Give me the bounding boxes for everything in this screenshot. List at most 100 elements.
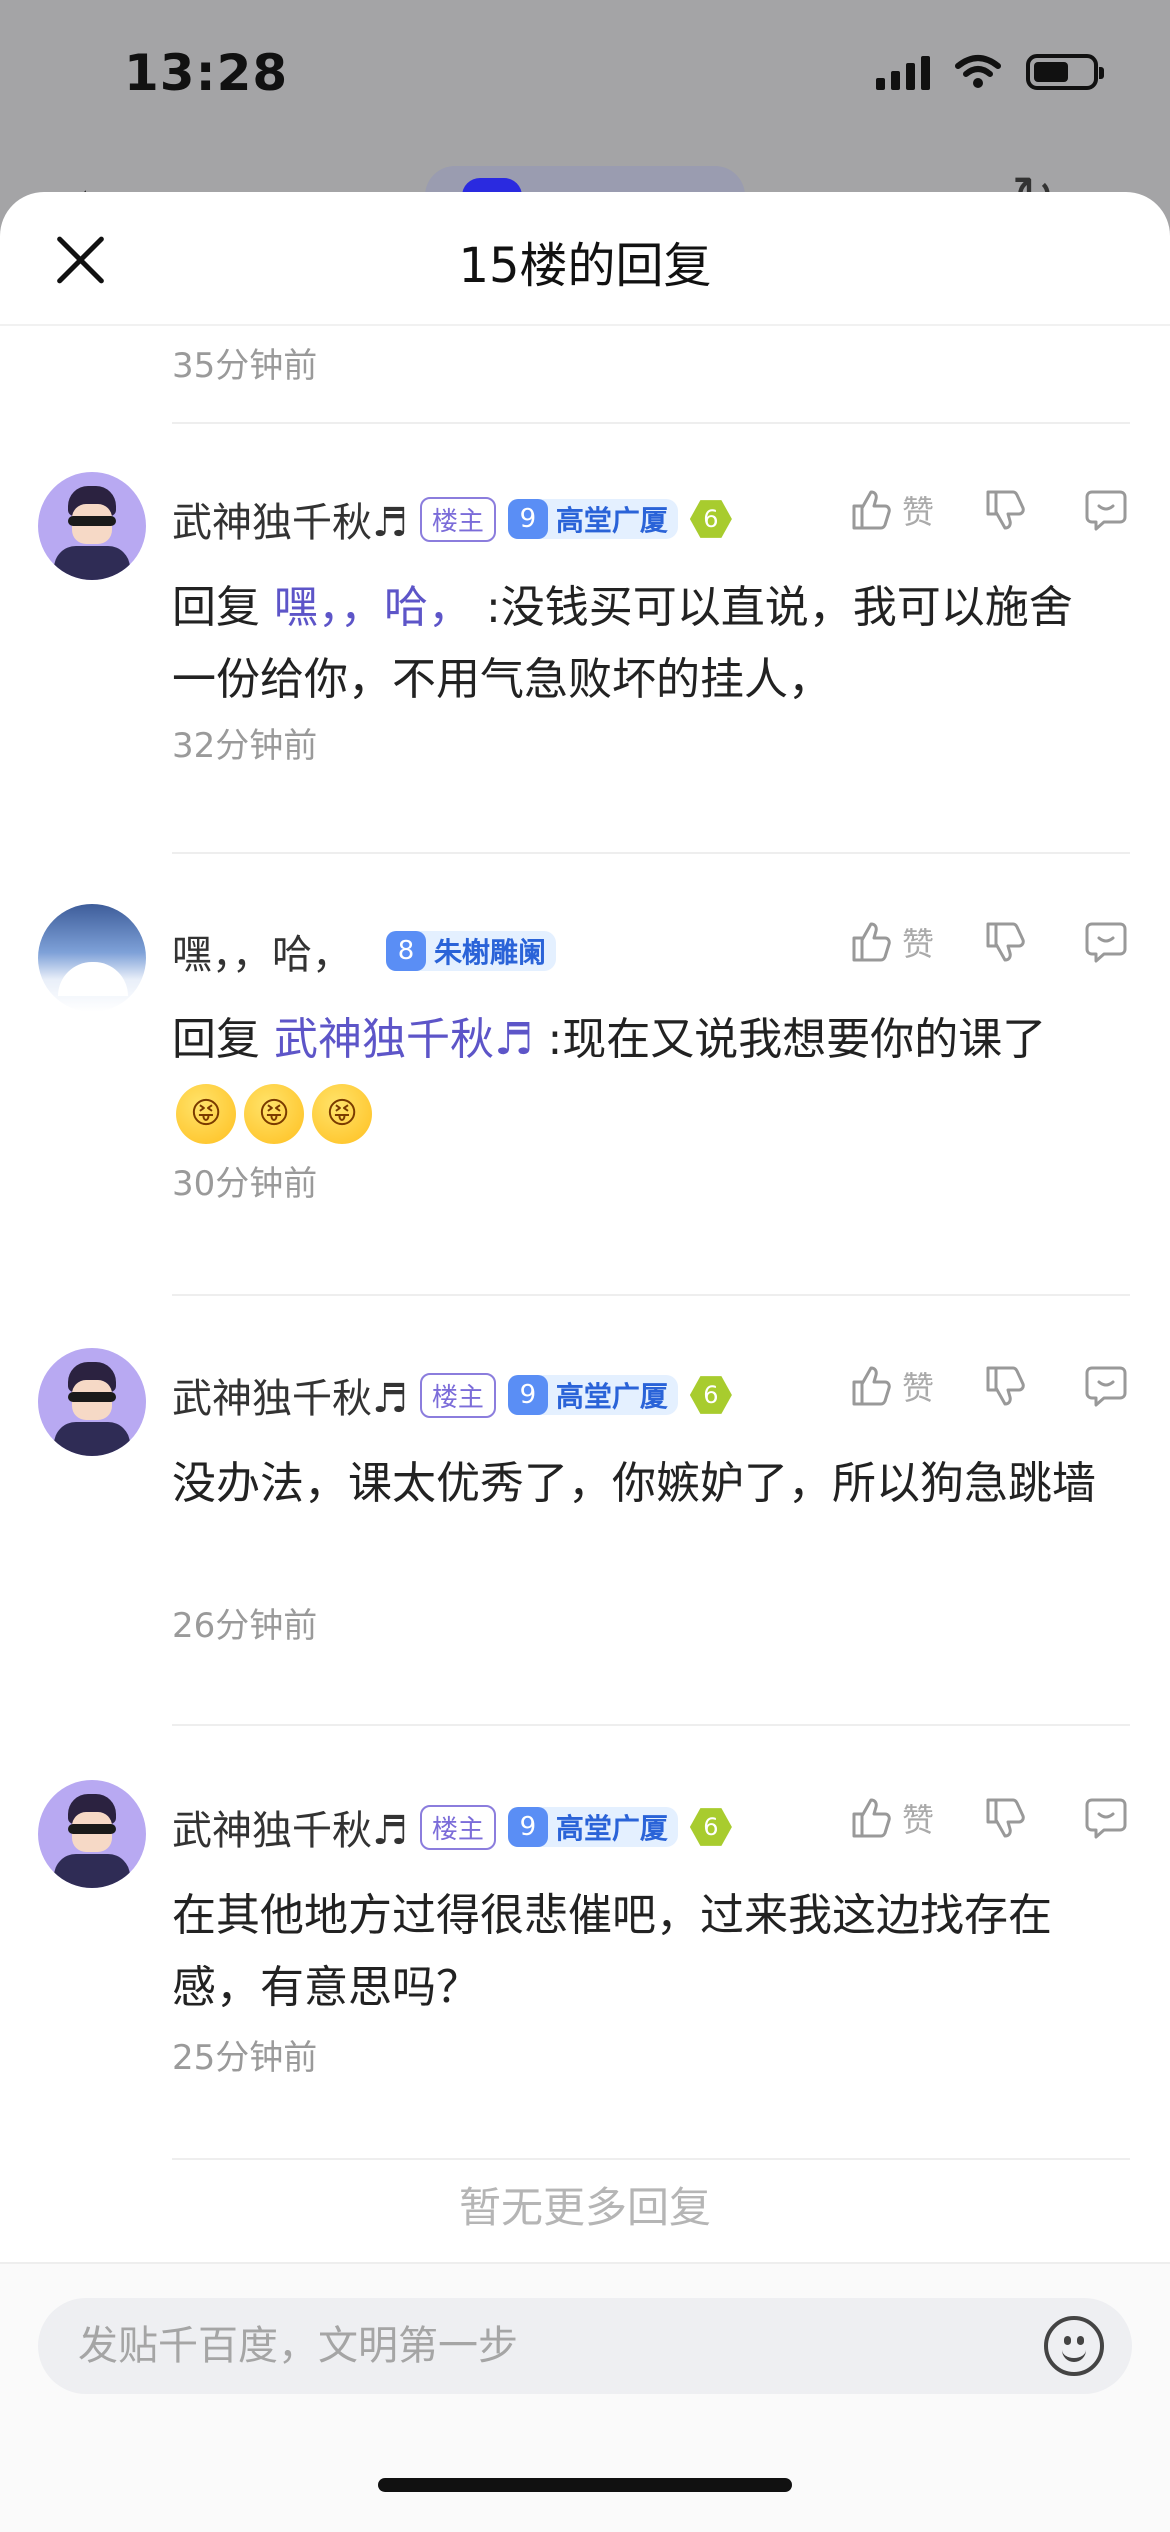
comment-button[interactable] bbox=[1082, 1794, 1130, 1842]
level-number: 8 bbox=[386, 931, 426, 971]
member-badge-icon: 6 bbox=[689, 1376, 732, 1414]
dislike-button[interactable] bbox=[980, 918, 1028, 966]
timestamp: 35分钟前 bbox=[172, 346, 318, 386]
thumbs-up-icon bbox=[852, 1798, 891, 1838]
battery-icon bbox=[1026, 54, 1104, 90]
thumbs-up-icon bbox=[852, 490, 891, 530]
owner-tag: 楼主 bbox=[419, 496, 496, 542]
member-badge-icon: 6 bbox=[689, 1808, 732, 1846]
reply-prefix: 回复 bbox=[172, 582, 274, 633]
thumbs-up-icon bbox=[852, 922, 891, 962]
reply-actions: 赞 bbox=[846, 918, 1130, 966]
reply-text: :现在又说我想要你的课了 bbox=[533, 1014, 1047, 1065]
like-button[interactable]: 赞 bbox=[846, 486, 980, 534]
divider bbox=[172, 422, 1130, 424]
reply-actions: 赞 bbox=[846, 486, 1130, 534]
thumbs-down-icon bbox=[986, 1798, 1025, 1838]
reply-content: 在其他地方过得很悲催吧，过来我这边找存在感，有意思吗？ bbox=[172, 1890, 1052, 2013]
like-label: 赞 bbox=[901, 493, 934, 531]
reply-content: 没办法，课太优秀了，你嫉妒了，所以狗急跳墙 bbox=[172, 1458, 1096, 1509]
divider bbox=[172, 2158, 1130, 2160]
level-number: 9 bbox=[507, 499, 548, 539]
like-label: 赞 bbox=[901, 925, 934, 963]
reply-prefix: 回复 bbox=[172, 1014, 274, 1065]
author-name[interactable]: 嘿，，哈， bbox=[172, 922, 352, 980]
divider bbox=[172, 1724, 1130, 1726]
avatar[interactable] bbox=[38, 472, 146, 580]
author-row: 武神独千秋♬ 楼主 9 高堂广厦 6 bbox=[172, 1798, 732, 1856]
signal-icon bbox=[876, 54, 930, 90]
level-name: 高堂广厦 bbox=[555, 1380, 668, 1413]
author-row: 武神独千秋♬ 楼主 9 高堂广厦 6 bbox=[172, 490, 732, 548]
timestamp: 25分钟前 bbox=[172, 2038, 318, 2078]
dislike-button[interactable] bbox=[980, 486, 1028, 534]
level-badge: 8 朱榭雕阑 bbox=[386, 931, 557, 971]
level-name: 高堂广厦 bbox=[555, 1812, 668, 1845]
dislike-button[interactable] bbox=[980, 1362, 1028, 1410]
divider bbox=[172, 1294, 1130, 1296]
timestamp: 32分钟前 bbox=[172, 726, 318, 766]
reply-actions: 赞 bbox=[846, 1794, 1130, 1842]
level-badge: 9 高堂广厦 bbox=[507, 1807, 678, 1847]
comment-icon bbox=[1085, 490, 1127, 531]
thumbs-up-icon bbox=[852, 1366, 891, 1406]
reply-item: 武神独千秋♬ 楼主 9 高堂广厦 6 赞 没办法，课太优秀了，你嫉妒了，所以狗急… bbox=[0, 1348, 1170, 1648]
like-label: 赞 bbox=[901, 1801, 934, 1839]
reply-actions: 赞 bbox=[846, 1362, 1130, 1410]
sheet-title: 15楼的回复 bbox=[458, 238, 712, 294]
emoji-icon[interactable] bbox=[1044, 2316, 1104, 2376]
owner-tag: 楼主 bbox=[419, 1372, 496, 1418]
status-time: 13:28 bbox=[124, 44, 289, 102]
like-label: 赞 bbox=[901, 1369, 934, 1407]
level-number: 9 bbox=[507, 1807, 548, 1847]
avatar[interactable] bbox=[38, 1780, 146, 1888]
author-row: 武神独千秋♬ 楼主 9 高堂广厦 6 bbox=[172, 1366, 732, 1424]
like-button[interactable]: 赞 bbox=[846, 1362, 980, 1410]
owner-tag: 楼主 bbox=[419, 1804, 496, 1850]
reply-item: 武神独千秋♬ 楼主 9 高堂广厦 6 赞 回复 嘿，，哈， :没钱买可以直说，我… bbox=[0, 472, 1170, 772]
wifi-icon bbox=[955, 55, 1001, 88]
reply-sheet: 15楼的回复 35分钟前 武神独千秋♬ 楼主 9 高堂广厦 6 赞 回复 嘿，，… bbox=[0, 192, 1170, 2532]
mention-link[interactable]: 嘿，，哈， bbox=[274, 582, 472, 633]
grin-emoji-icon: 😝 bbox=[312, 1084, 372, 1144]
post-input[interactable] bbox=[38, 2298, 1132, 2394]
author-name[interactable]: 武神独千秋♬ bbox=[172, 1366, 408, 1424]
dislike-button[interactable] bbox=[980, 1794, 1028, 1842]
member-badge-icon: 6 bbox=[689, 500, 732, 538]
author-row: 嘿，，哈， 8 朱榭雕阑 bbox=[172, 922, 557, 980]
level-name: 朱榭雕阑 bbox=[434, 936, 547, 969]
reply-content: 回复 嘿，，哈， :没钱买可以直说，我可以施舍一份给你，不用气急败坏的挂人， bbox=[172, 572, 1110, 716]
level-number: 9 bbox=[507, 1375, 548, 1415]
comment-icon bbox=[1085, 922, 1127, 963]
home-indicator bbox=[378, 2478, 792, 2492]
timestamp: 30分钟前 bbox=[172, 1164, 318, 1204]
comment-icon bbox=[1085, 1798, 1127, 1839]
composer-bar bbox=[0, 2262, 1170, 2532]
thumbs-down-icon bbox=[986, 922, 1025, 962]
grin-emoji-icon: 😝 bbox=[244, 1084, 304, 1144]
reply-content: 回复 武神独千秋♬ :现在又说我想要你的课了😝 😝 😝 bbox=[172, 1004, 1110, 1148]
comment-button[interactable] bbox=[1082, 486, 1130, 534]
status-icons bbox=[876, 54, 1104, 90]
comment-button[interactable] bbox=[1082, 1362, 1130, 1410]
author-name[interactable]: 武神独千秋♬ bbox=[172, 490, 408, 548]
divider bbox=[172, 852, 1130, 854]
level-badge: 9 高堂广厦 bbox=[507, 1375, 678, 1415]
comment-button[interactable] bbox=[1082, 918, 1130, 966]
grin-emoji-icon: 😝 bbox=[176, 1084, 236, 1144]
thumbs-down-icon bbox=[986, 490, 1025, 530]
author-name[interactable]: 武神独千秋♬ bbox=[172, 1798, 408, 1856]
reply-item: 嘿，，哈， 8 朱榭雕阑 赞 回复 武神独千秋♬ :现在又说我想要你的课了😝 😝 😝… bbox=[0, 904, 1170, 1204]
mention-link[interactable]: 武神独千秋♬ bbox=[274, 1014, 533, 1065]
no-more-replies: 暂无更多回复 bbox=[458, 2183, 711, 2232]
like-button[interactable]: 赞 bbox=[846, 1794, 980, 1842]
reply-item: 武神独千秋♬ 楼主 9 高堂广厦 6 赞 在其他地方过得很悲催吧，过来我这边找存… bbox=[0, 1780, 1170, 2080]
level-name: 高堂广厦 bbox=[555, 504, 668, 537]
like-button[interactable]: 赞 bbox=[846, 918, 980, 966]
comment-icon bbox=[1085, 1366, 1127, 1407]
level-badge: 9 高堂广厦 bbox=[507, 499, 678, 539]
avatar[interactable] bbox=[38, 904, 146, 1012]
thumbs-down-icon bbox=[986, 1366, 1025, 1406]
timestamp: 26分钟前 bbox=[172, 1606, 318, 1646]
avatar[interactable] bbox=[38, 1348, 146, 1456]
